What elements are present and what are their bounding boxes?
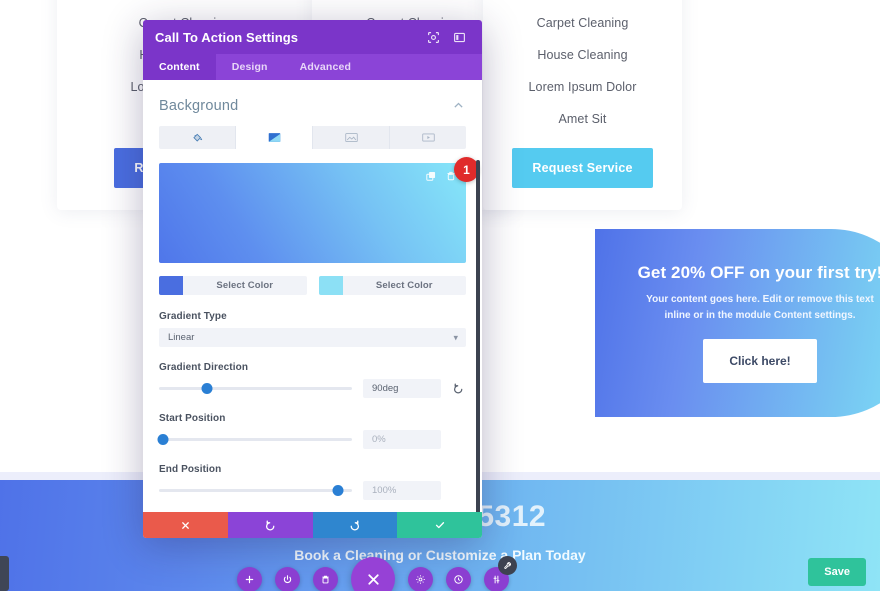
promo-title: Get 20% OFF on your first try! xyxy=(637,263,880,282)
call-to-action-settings-modal: Call To Action Settings Content Design A… xyxy=(143,20,482,538)
service-item: Lorem Ipsum Dolor xyxy=(528,80,637,94)
redo-icon xyxy=(348,519,361,532)
color-stops-row: Select Color Select Color xyxy=(159,276,466,295)
promo-subtitle: Your content goes here. Edit or remove t… xyxy=(646,294,874,321)
gradient-type-value: Linear xyxy=(168,332,195,343)
video-icon-tab[interactable] xyxy=(390,126,466,149)
save-button[interactable] xyxy=(397,512,482,538)
promo-panel: Get 20% OFF on your first try! Your cont… xyxy=(595,229,880,417)
modal-footer xyxy=(143,512,482,538)
color-swatch-end[interactable] xyxy=(318,276,343,295)
color-fill-icon xyxy=(192,132,203,143)
gradient-icon xyxy=(268,132,281,143)
request-service-button[interactable]: Request Service xyxy=(512,148,653,188)
service-item: Amet Sit xyxy=(558,112,607,126)
settings-gear-icon xyxy=(415,574,426,585)
x-icon xyxy=(180,520,191,531)
background-section-header[interactable]: Background xyxy=(159,80,466,126)
tab-content[interactable]: Content xyxy=(143,54,216,80)
color-swatch-start[interactable] xyxy=(159,276,183,295)
modal-scrollbar[interactable] xyxy=(476,160,480,512)
settings-button[interactable] xyxy=(408,566,433,591)
select-color-start-label[interactable]: Select Color xyxy=(183,280,307,291)
end-position-slider[interactable] xyxy=(159,485,352,496)
sliders-button-wrap xyxy=(484,555,517,591)
chevron-up-icon[interactable] xyxy=(452,99,466,113)
page-save-button[interactable]: Save xyxy=(808,558,866,586)
chevron-updown-icon: ▾ xyxy=(453,331,458,342)
history-clock-icon xyxy=(453,574,464,585)
slider-knob[interactable] xyxy=(157,434,169,445)
color-fill-icon-tab[interactable] xyxy=(159,126,236,149)
video-icon xyxy=(421,132,435,143)
color-stop-end: Select Color xyxy=(318,276,467,295)
start-position-label: Start Position xyxy=(159,413,226,424)
sliders-icon xyxy=(491,574,502,585)
redo-button[interactable] xyxy=(312,512,398,538)
wrench-icon xyxy=(503,561,512,570)
expand-icon[interactable] xyxy=(422,26,444,48)
wrench-button[interactable] xyxy=(498,555,517,575)
history-button[interactable] xyxy=(446,566,471,591)
color-stop-start: Select Color xyxy=(159,276,307,295)
end-position-label: End Position xyxy=(159,464,222,475)
end-position-row: 100% xyxy=(159,481,466,500)
add-button[interactable] xyxy=(237,566,262,591)
panel-layout-icon[interactable] xyxy=(448,26,470,48)
floating-toolbar xyxy=(237,555,517,591)
slider-track xyxy=(159,489,352,492)
modal-body: Background 1 Select Color Select Color G… xyxy=(143,80,482,512)
start-position-row: 0% xyxy=(157,430,466,449)
gradient-icon-tab[interactable] xyxy=(236,126,313,149)
promo-cta-button[interactable]: Click here! xyxy=(703,339,817,383)
tab-design[interactable]: Design xyxy=(216,54,284,80)
end-position-value[interactable]: 100% xyxy=(363,481,441,500)
left-edge-tab[interactable] xyxy=(0,556,9,591)
gradient-preview[interactable]: 1 xyxy=(159,157,479,263)
service-item: House Cleaning xyxy=(537,48,628,62)
gradient-direction-slider[interactable] xyxy=(159,383,352,394)
gradient-direction-value[interactable]: 90deg xyxy=(363,379,441,398)
tab-advanced[interactable]: Advanced xyxy=(284,54,367,80)
cancel-button[interactable] xyxy=(143,512,228,538)
start-position-slider[interactable] xyxy=(157,434,352,445)
start-position-value[interactable]: 0% xyxy=(363,430,441,449)
slider-knob[interactable] xyxy=(332,485,344,496)
undo-icon xyxy=(264,519,277,532)
section-title: Background xyxy=(159,98,239,114)
screen-root: Upholstery Cleaning Carpet Cleaning Hous… xyxy=(0,0,880,591)
image-icon-tab[interactable] xyxy=(313,126,390,149)
gradient-direction-row: 90deg xyxy=(159,379,466,398)
reset-icon[interactable] xyxy=(452,382,466,395)
close-editor-button[interactable] xyxy=(351,557,395,591)
trash-button[interactable] xyxy=(313,566,338,591)
service-item: Carpet Cleaning xyxy=(536,16,629,30)
modal-header: Call To Action Settings xyxy=(143,20,482,54)
slider-track xyxy=(159,387,352,390)
gradient-type-select[interactable]: Linear ▾ xyxy=(159,328,466,347)
slider-track xyxy=(159,438,352,441)
power-button[interactable] xyxy=(275,566,300,591)
pricing-card: Upholstery Cleaning Carpet Cleaning Hous… xyxy=(483,0,682,210)
add-icon xyxy=(244,574,255,585)
gradient-direction-label: Gradient Direction xyxy=(159,362,249,373)
select-color-end-label[interactable]: Select Color xyxy=(343,280,467,291)
slider-knob[interactable] xyxy=(201,383,213,394)
gradient-preview-tools xyxy=(425,170,457,182)
power-icon xyxy=(282,574,293,585)
close-icon xyxy=(365,571,382,588)
modal-tab-bar: Content Design Advanced xyxy=(143,54,482,80)
undo-button[interactable] xyxy=(227,512,313,538)
check-icon xyxy=(434,519,446,531)
background-type-tabs xyxy=(159,126,466,149)
trash-icon xyxy=(320,574,331,585)
duplicate-icon[interactable] xyxy=(425,170,437,182)
image-icon xyxy=(344,132,358,143)
modal-title: Call To Action Settings xyxy=(155,29,299,45)
gradient-type-label: Gradient Type xyxy=(159,311,227,322)
